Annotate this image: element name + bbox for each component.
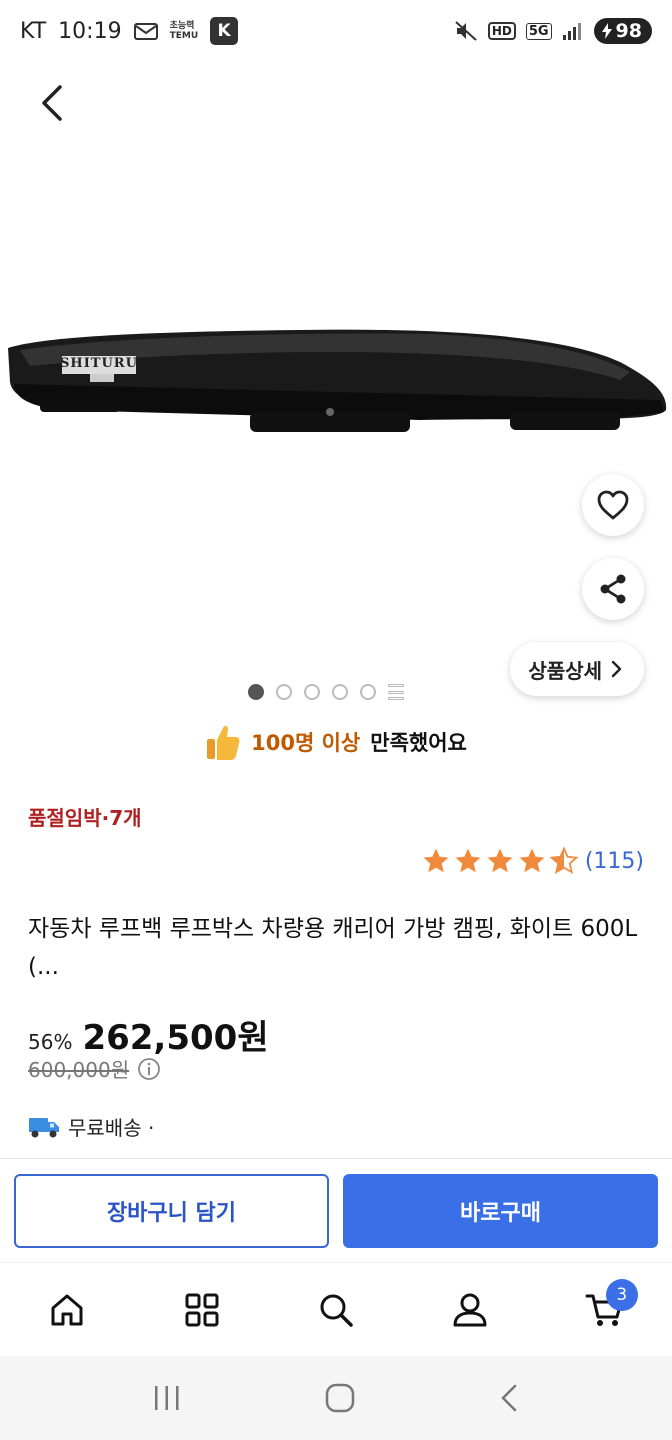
buy-now-button[interactable]: 바로구매	[343, 1173, 658, 1248]
product-detail-label: 상품상세	[528, 658, 602, 683]
system-nav-bar	[0, 1356, 672, 1440]
share-icon	[600, 574, 626, 604]
nav-cart[interactable]: 3	[570, 1275, 640, 1345]
mail-icon	[133, 21, 158, 41]
charging-icon	[601, 23, 612, 39]
product-image[interactable]	[0, 300, 672, 450]
share-button[interactable]	[582, 558, 644, 620]
star-icon	[519, 848, 545, 873]
thumbs-up-icon	[207, 725, 240, 760]
temu-label: TEMU	[169, 31, 199, 41]
back-button[interactable]	[28, 80, 74, 126]
truck-icon	[29, 1117, 59, 1137]
pager-dot-5[interactable]	[360, 684, 376, 700]
sale-price: 262,500원	[82, 1018, 269, 1058]
add-to-cart-button[interactable]: 장바구니 담기	[14, 1173, 329, 1248]
signal-icon	[562, 21, 584, 41]
star-rating	[421, 846, 579, 876]
original-price: 600,000원	[28, 1058, 130, 1082]
k-app-icon: K	[210, 17, 239, 45]
heart-icon	[597, 490, 629, 520]
star-icon	[423, 848, 449, 873]
system-back-icon[interactable]	[498, 1383, 520, 1413]
review-count[interactable]: (115)	[585, 849, 644, 874]
satisfaction-highlight: 100명 이상	[251, 731, 361, 755]
shipping-label: 무료배송 ·	[68, 1116, 155, 1140]
image-pager	[0, 684, 672, 700]
product-brand-text: SHITURU	[60, 355, 138, 371]
temu-top-label: 초능력	[169, 21, 195, 31]
network-type-icon: 5G	[525, 22, 552, 40]
search-icon	[320, 1294, 353, 1327]
category-grid-icon	[185, 1293, 219, 1326]
pager-more-icon[interactable]	[388, 684, 404, 700]
satisfaction-banner: 100명 이상 만족했어요	[0, 722, 672, 762]
chevron-right-icon	[611, 660, 622, 678]
price-row: 56% 262,500원	[28, 1010, 269, 1059]
chevron-left-icon	[42, 85, 62, 121]
satisfaction-text: 만족했어요	[370, 731, 467, 755]
star-icon	[455, 848, 481, 873]
recent-apps-icon[interactable]	[152, 1384, 182, 1412]
mute-icon	[454, 20, 478, 42]
home-button-icon[interactable]	[325, 1383, 355, 1413]
bottom-nav: 3	[0, 1262, 672, 1356]
nav-search[interactable]	[301, 1275, 371, 1345]
star-icon	[487, 848, 513, 873]
temu-notification-icon: 초능력 TEMU	[170, 21, 199, 41]
clock: 10:19	[58, 18, 122, 44]
purchase-bar: 장바구니 담기 바로구매	[0, 1158, 672, 1262]
home-icon	[51, 1294, 83, 1325]
battery-indicator: 98	[593, 18, 652, 44]
hd-icon: HD	[487, 22, 516, 40]
nav-my-page[interactable]	[435, 1275, 505, 1345]
nav-categories[interactable]	[167, 1275, 237, 1345]
carrier-label: KT	[20, 18, 47, 44]
product-title: 자동차 루프백 루프박스 차량용 캐리어 가방 캠핑, 화이트 600L (..…	[28, 916, 638, 980]
pager-dot-2[interactable]	[276, 684, 292, 700]
shipping-info: 무료배송 ·	[28, 1112, 154, 1141]
user-icon	[453, 1293, 487, 1326]
pager-dot-3[interactable]	[304, 684, 320, 700]
cart-count-badge: 3	[605, 1278, 638, 1311]
status-left: KT 10:19 초능력 TEMU K	[20, 17, 239, 45]
pager-dot-1[interactable]	[248, 684, 264, 700]
discount-rate: 56%	[28, 1030, 73, 1054]
pager-dot-4[interactable]	[332, 684, 348, 700]
nav-home[interactable]	[32, 1275, 102, 1345]
battery-level: 98	[615, 20, 642, 42]
original-price-row: 600,000원	[28, 1054, 161, 1083]
info-icon[interactable]	[137, 1057, 161, 1081]
rating[interactable]: (115)	[421, 846, 644, 876]
stock-warning: 품절임박·7개	[28, 806, 142, 830]
star-half-icon	[549, 846, 579, 875]
wishlist-button[interactable]	[582, 474, 644, 536]
status-bar: KT 10:19 초능력 TEMU K HD 5G 98	[0, 0, 672, 62]
status-right: HD 5G 98	[454, 18, 652, 44]
